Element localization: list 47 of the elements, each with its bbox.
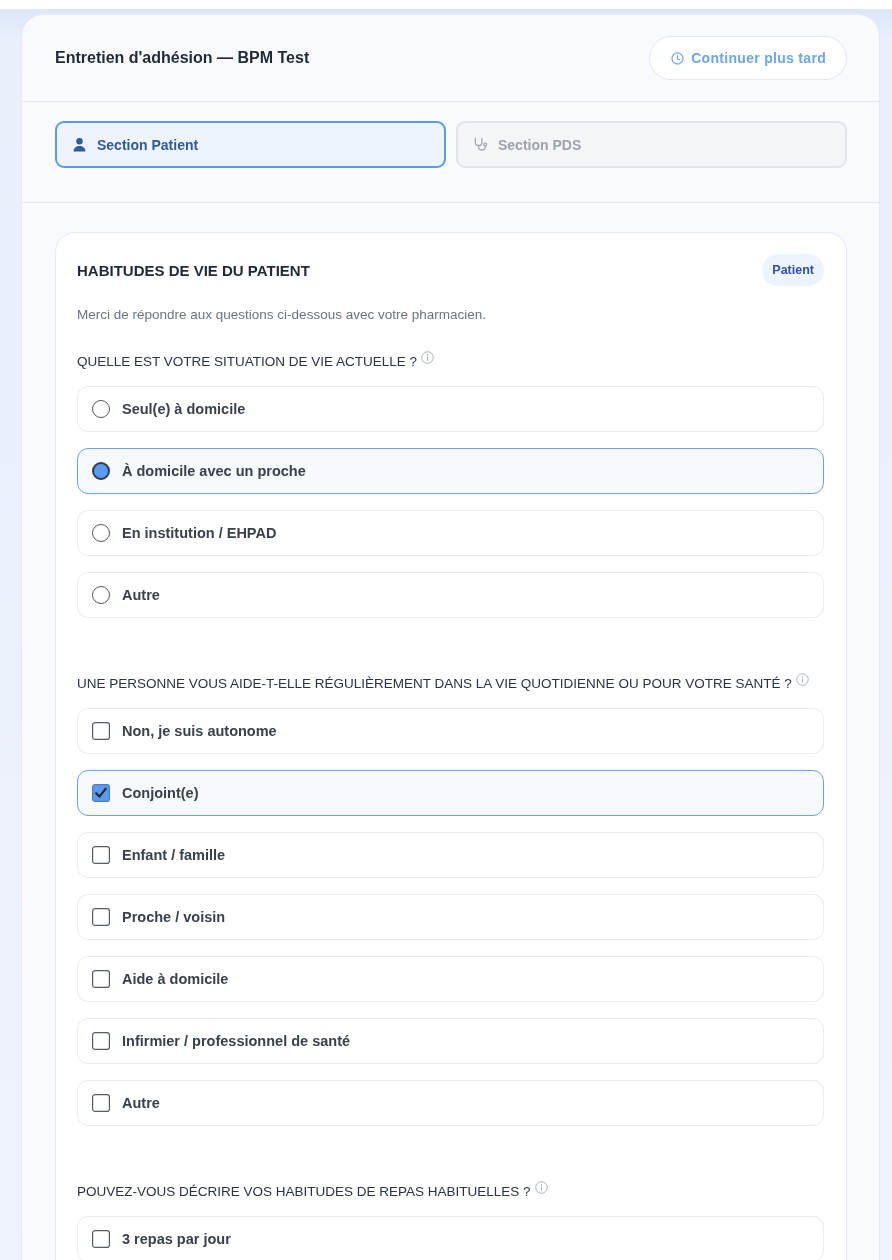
option-label: Seul(e) à domicile bbox=[122, 401, 246, 417]
answer-option[interactable]: Enfant / famille bbox=[77, 832, 824, 878]
checkbox[interactable] bbox=[92, 1230, 110, 1248]
answer-option[interactable]: Seul(e) à domicile bbox=[77, 386, 824, 432]
option-label: Enfant / famille bbox=[122, 847, 226, 863]
stethoscope-icon bbox=[473, 137, 488, 152]
option-label: Autre bbox=[122, 587, 160, 603]
answer-option[interactable]: Conjoint(e) bbox=[77, 770, 824, 816]
question-label: POUVEZ-VOUS DÉCRIRE VOS HABITUDES DE REPAS HABITUELLES ? bbox=[77, 1184, 531, 1200]
form-title: Entretien d'adhésion — BPM Test bbox=[55, 49, 310, 67]
radio-button[interactable] bbox=[92, 586, 110, 604]
answer-option[interactable]: À domicile avec un proche bbox=[77, 448, 824, 494]
answer-option[interactable]: Proche / voisin bbox=[77, 894, 824, 940]
checkbox[interactable] bbox=[92, 908, 110, 926]
section-title: HABITUDES DE VIE DU PATIENT bbox=[77, 261, 310, 279]
checkbox[interactable] bbox=[92, 722, 110, 740]
question-label: UNE PERSONNE VOUS AIDE-T-ELLE RÉGULIÈREMENT DANS LA VIE QUOTIDIENNE OU POUR VOTRE SANTÉ ? bbox=[77, 676, 792, 692]
option-label: En institution / EHPAD bbox=[122, 525, 277, 541]
radio-button[interactable] bbox=[92, 524, 110, 542]
checkbox[interactable] bbox=[92, 970, 110, 988]
radio-button[interactable] bbox=[92, 400, 110, 418]
section-tab[interactable]: Section Patient bbox=[55, 121, 446, 168]
checkbox[interactable] bbox=[92, 784, 110, 802]
option-label: Conjoint(e) bbox=[122, 785, 199, 801]
radio-button[interactable] bbox=[92, 462, 110, 480]
option-label: Infirmier / professionnel de santé bbox=[122, 1033, 351, 1049]
option-label: Autre bbox=[122, 1095, 160, 1111]
section-description: Merci de répondre aux questions ci-dessous avec votre pharmacien. bbox=[77, 307, 487, 323]
option-label: À domicile avec un proche bbox=[122, 463, 306, 479]
clock-icon bbox=[671, 51, 685, 65]
answer-option[interactable]: Autre bbox=[77, 572, 824, 618]
patient-badge: Patient bbox=[762, 254, 824, 286]
answer-option[interactable]: 3 repas par jour bbox=[77, 1216, 824, 1260]
answer-option[interactable]: Non, je suis autonome bbox=[77, 708, 824, 754]
checkbox[interactable] bbox=[92, 846, 110, 864]
checkbox[interactable] bbox=[92, 1032, 110, 1050]
option-label: Proche / voisin bbox=[122, 909, 226, 925]
person-icon bbox=[72, 137, 87, 152]
answer-option[interactable]: Autre bbox=[77, 1080, 824, 1126]
option-label: Non, je suis autonome bbox=[122, 723, 277, 739]
answer-option[interactable]: En institution / EHPAD bbox=[77, 510, 824, 556]
answer-option[interactable]: Infirmier / professionnel de santé bbox=[77, 1018, 824, 1064]
checkbox[interactable] bbox=[92, 1094, 110, 1112]
option-label: Aide à domicile bbox=[122, 971, 229, 987]
question-label: QUELLE EST VOTRE SITUATION DE VIE ACTUELLE ? bbox=[77, 354, 418, 370]
answer-option[interactable]: Aide à domicile bbox=[77, 956, 824, 1002]
option-label: 3 repas par jour bbox=[122, 1231, 231, 1247]
